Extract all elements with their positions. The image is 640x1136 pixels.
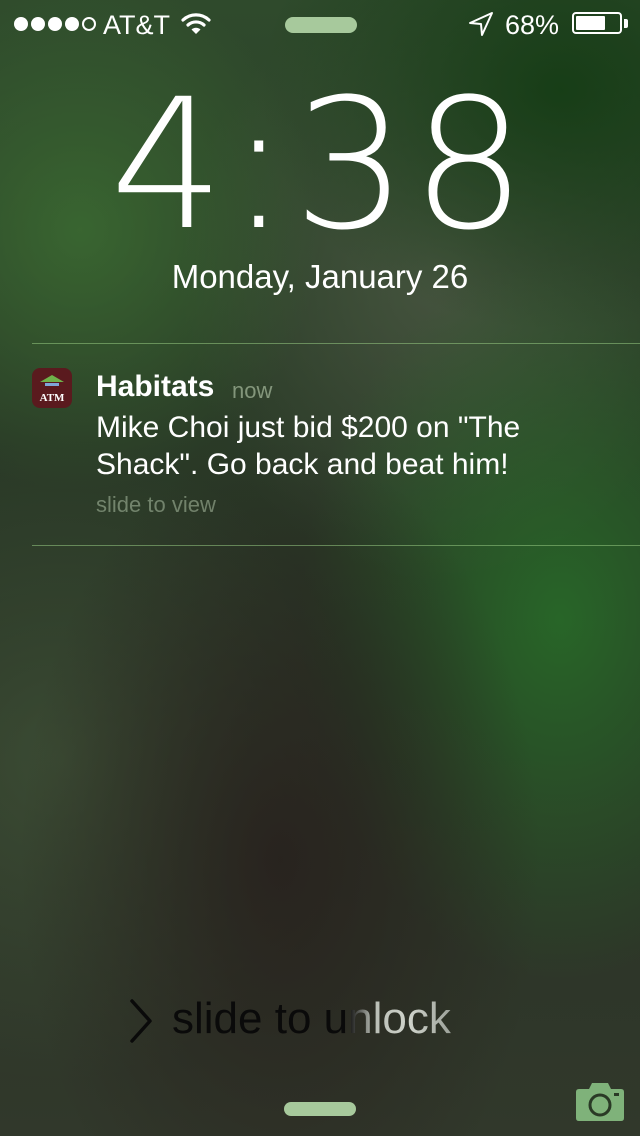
signal-dots-icon	[14, 17, 96, 31]
chevron-right-icon	[128, 998, 154, 1049]
lock-date: Monday, January 26	[171, 258, 469, 295]
notification-app-name: Habitats	[96, 370, 215, 403]
notification-time: now	[232, 378, 273, 403]
carrier-name: AT&T	[103, 10, 170, 40]
lock-clock: 4:38	[109, 61, 531, 270]
habitats-app-icon: ATM	[32, 368, 72, 408]
notification-message: Mike Choi just bid $200 on "The Shack". …	[96, 411, 521, 481]
status-bar: AT&T 68%	[0, 0, 640, 48]
notification-divider-top	[32, 343, 640, 344]
battery-percent: 68%	[505, 10, 560, 40]
wifi-icon	[181, 11, 211, 42]
unlock-label: slide to unlock	[172, 994, 451, 1043]
camera-icon[interactable]	[572, 1080, 628, 1129]
battery-icon	[572, 12, 622, 34]
app-icon-text: ATM	[40, 392, 65, 404]
control-center-grabber[interactable]	[284, 1102, 356, 1116]
location-arrow-icon	[468, 11, 494, 44]
notification-action-hint: slide to view	[96, 492, 216, 517]
battery-tip	[624, 19, 628, 28]
notification-center-grabber[interactable]	[285, 17, 357, 33]
notification-divider-bottom	[32, 545, 640, 546]
